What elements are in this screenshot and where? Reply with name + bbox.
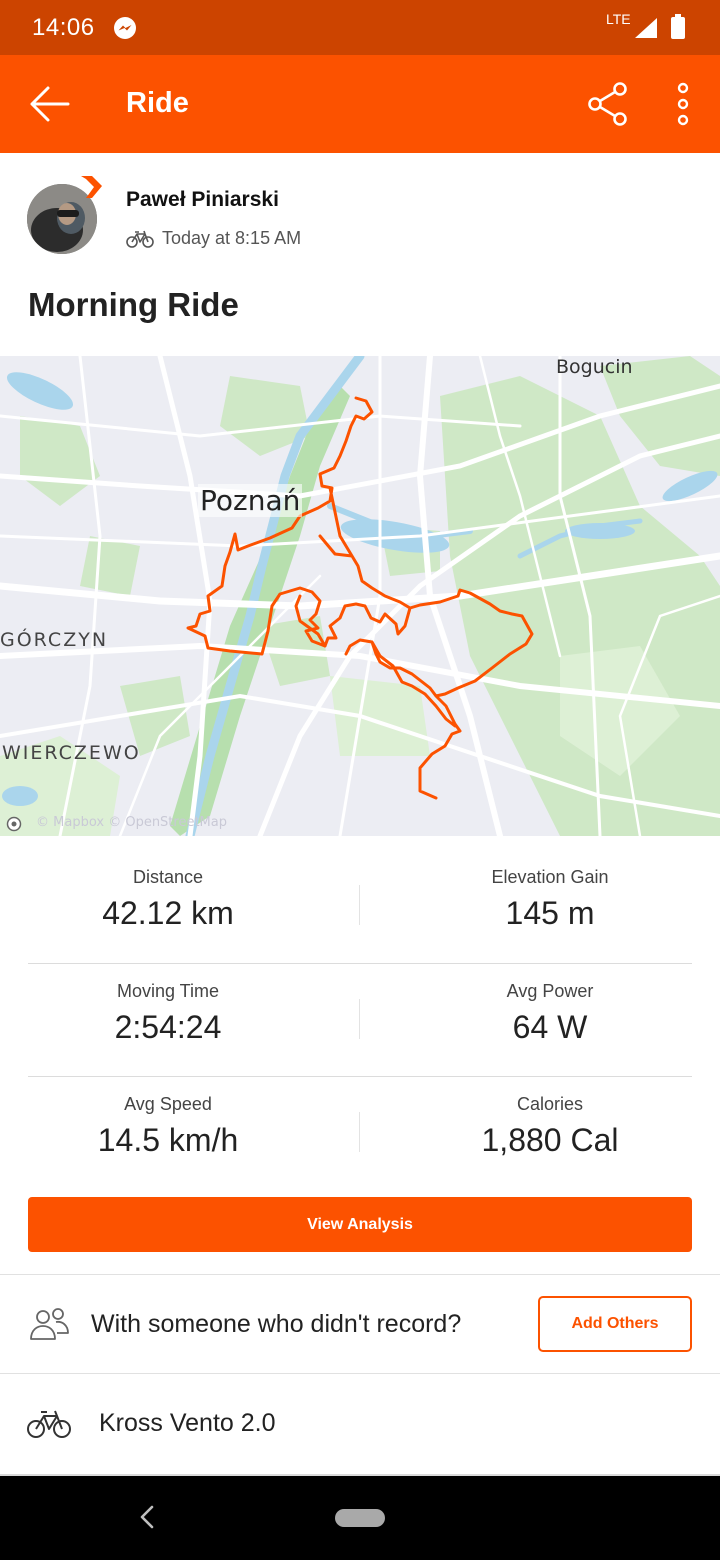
map-label-poznan: Poznań: [198, 484, 303, 517]
stat-distance-label: Distance: [132, 867, 204, 887]
stat-distance-value: 42.12 km: [102, 895, 234, 931]
map-label-gorczyn: GÓRCZYN: [0, 629, 109, 651]
people-icon: [30, 1308, 69, 1340]
view-analysis-button[interactable]: View Analysis: [28, 1197, 692, 1252]
strava-badge-icon: [81, 176, 102, 198]
stat-divider: [359, 999, 360, 1039]
activity-title: Morning Ride: [28, 286, 239, 323]
signal-icon: [635, 18, 657, 38]
share-icon[interactable]: [586, 81, 630, 127]
app-bar: Ride: [0, 55, 720, 153]
divider: [0, 1274, 720, 1275]
nav-home-pill[interactable]: [335, 1509, 385, 1527]
battery-icon: [671, 14, 685, 39]
with-others-prompt: With someone who didn't record?: [91, 1310, 462, 1338]
messenger-icon: [114, 17, 136, 39]
stat-avg-power-value: 64 W: [512, 1009, 588, 1045]
map-attribution[interactable]: © Mapbox © OpenStreetMap: [36, 815, 227, 830]
row-divider: [28, 963, 692, 964]
divider: [0, 1373, 720, 1374]
activity-date: Today at 8:15 AM: [162, 228, 302, 248]
status-time: 14:06: [32, 14, 95, 41]
map-canvas: [0, 356, 720, 836]
system-nav-bar: [0, 1476, 720, 1560]
network-type: LTE: [606, 11, 631, 27]
stat-elevation-label: Elevation Gain: [491, 867, 609, 887]
page-title: Ride: [126, 87, 189, 119]
status-bar: 14:06 LTE: [0, 0, 720, 55]
bike-icon: [126, 230, 154, 248]
stat-avg-power-label: Avg Power: [506, 981, 594, 1001]
stat-avg-speed-label: Avg Speed: [124, 1094, 212, 1114]
map-label-bogucin: Bogucin: [556, 356, 633, 378]
bike-icon: [27, 1410, 71, 1438]
add-others-button[interactable]: Add Others: [538, 1296, 692, 1352]
stat-moving-time-label: Moving Time: [116, 981, 220, 1001]
more-vertical-icon[interactable]: [672, 81, 694, 127]
stat-divider: [359, 1112, 360, 1152]
gear-name: Kross Vento 2.0: [99, 1409, 276, 1437]
nav-back-icon[interactable]: [138, 1504, 156, 1530]
back-arrow-icon[interactable]: [28, 85, 70, 123]
stat-calories-label: Calories: [516, 1094, 584, 1114]
stat-elevation-value: 145 m: [505, 895, 595, 931]
stat-moving-time-value: 2:54:24: [114, 1009, 222, 1045]
map-info-icon[interactable]: [6, 816, 22, 832]
row-divider: [28, 1076, 692, 1077]
stat-divider: [359, 885, 360, 925]
stat-calories-value: 1,880 Cal: [481, 1122, 619, 1158]
map-label-wierczewo: WIERCZEWO: [2, 742, 141, 764]
route-map[interactable]: Bogucin Poznań GÓRCZYN WIERCZEWO © Mapbo…: [0, 356, 720, 836]
athlete-name[interactable]: Paweł Piniarski: [126, 188, 279, 212]
stat-avg-speed-value: 14.5 km/h: [97, 1122, 239, 1158]
